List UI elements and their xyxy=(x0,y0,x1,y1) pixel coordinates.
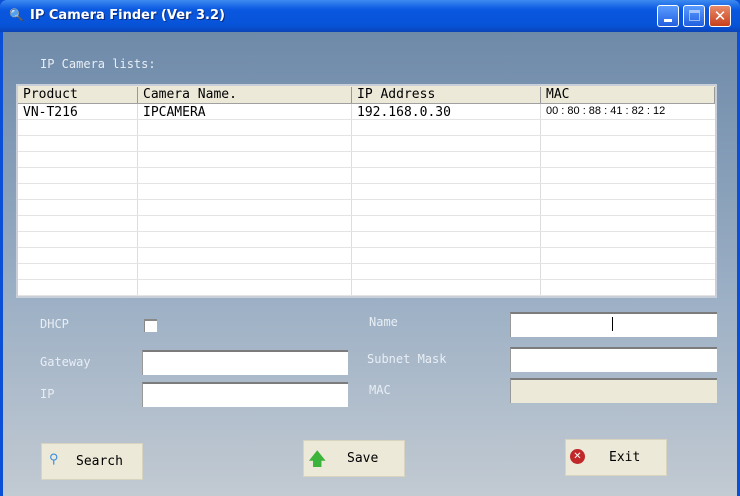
table-row xyxy=(18,216,715,232)
table-row xyxy=(18,232,715,248)
text-cursor xyxy=(612,317,613,331)
table-row xyxy=(18,136,715,152)
client-area: IP Camera lists: Product Camera Name. IP… xyxy=(3,32,737,496)
up-arrow-icon: 🡅 xyxy=(308,449,327,470)
table-row xyxy=(18,120,715,136)
table-row xyxy=(18,248,715,264)
search-button[interactable]: ⚲ Search xyxy=(41,443,143,480)
save-button[interactable]: 🡅 Save xyxy=(303,440,405,477)
subnet-mask-input[interactable] xyxy=(510,347,717,372)
header-ip-address[interactable]: IP Address xyxy=(352,87,541,103)
mac-label: MAC xyxy=(369,383,391,397)
cell-ip-address: 192.168.0.30 xyxy=(357,105,451,120)
close-circle-icon: ✕ xyxy=(570,449,585,464)
cell-mac: 00 : 80 : 88 : 41 : 82 : 12 xyxy=(546,105,666,117)
exit-button[interactable]: ✕ Exit xyxy=(565,439,667,476)
subnet-mask-label: Subnet Mask xyxy=(367,352,447,366)
app-window: 🔍 IP Camera Finder (Ver 3.2) ✕ IP Camera… xyxy=(0,0,740,496)
title-bar: 🔍 IP Camera Finder (Ver 3.2) ✕ xyxy=(0,0,740,32)
magnifier-app-icon: 🔍 xyxy=(9,8,24,22)
header-camera-name[interactable]: Camera Name. xyxy=(138,87,352,103)
ip-label: IP xyxy=(40,387,55,401)
table-row xyxy=(18,168,715,184)
name-label: Name xyxy=(369,315,398,329)
camera-list-label: IP Camera lists: xyxy=(40,57,156,71)
minimize-button[interactable] xyxy=(657,5,679,27)
header-mac[interactable]: MAC xyxy=(541,87,715,103)
gateway-input[interactable] xyxy=(142,350,348,375)
table-row xyxy=(18,184,715,200)
mac-input xyxy=(510,378,717,403)
table-row[interactable]: VN-T216 IPCAMERA 192.168.0.30 00 : 80 : … xyxy=(18,104,715,120)
save-label: Save xyxy=(347,451,379,466)
window-title: IP Camera Finder (Ver 3.2) xyxy=(30,8,225,23)
camera-table[interactable]: Product Camera Name. IP Address MAC VN-T… xyxy=(16,84,717,298)
search-label: Search xyxy=(76,454,123,469)
name-input[interactable] xyxy=(510,312,717,337)
dhcp-checkbox[interactable] xyxy=(144,319,157,332)
maximize-button[interactable] xyxy=(683,5,705,27)
table-header: Product Camera Name. IP Address MAC xyxy=(18,86,715,104)
table-row xyxy=(18,264,715,280)
table-row xyxy=(18,152,715,168)
table-row xyxy=(18,280,715,296)
search-icon: ⚲ xyxy=(49,452,59,467)
ip-input[interactable] xyxy=(142,382,348,407)
header-product[interactable]: Product xyxy=(18,87,138,103)
gateway-label: Gateway xyxy=(40,355,91,369)
table-row xyxy=(18,200,715,216)
dhcp-label: DHCP xyxy=(40,317,69,331)
cell-camera-name: IPCAMERA xyxy=(143,105,206,120)
close-button[interactable]: ✕ xyxy=(709,5,731,27)
cell-product: VN-T216 xyxy=(23,105,78,120)
exit-label: Exit xyxy=(609,450,641,465)
